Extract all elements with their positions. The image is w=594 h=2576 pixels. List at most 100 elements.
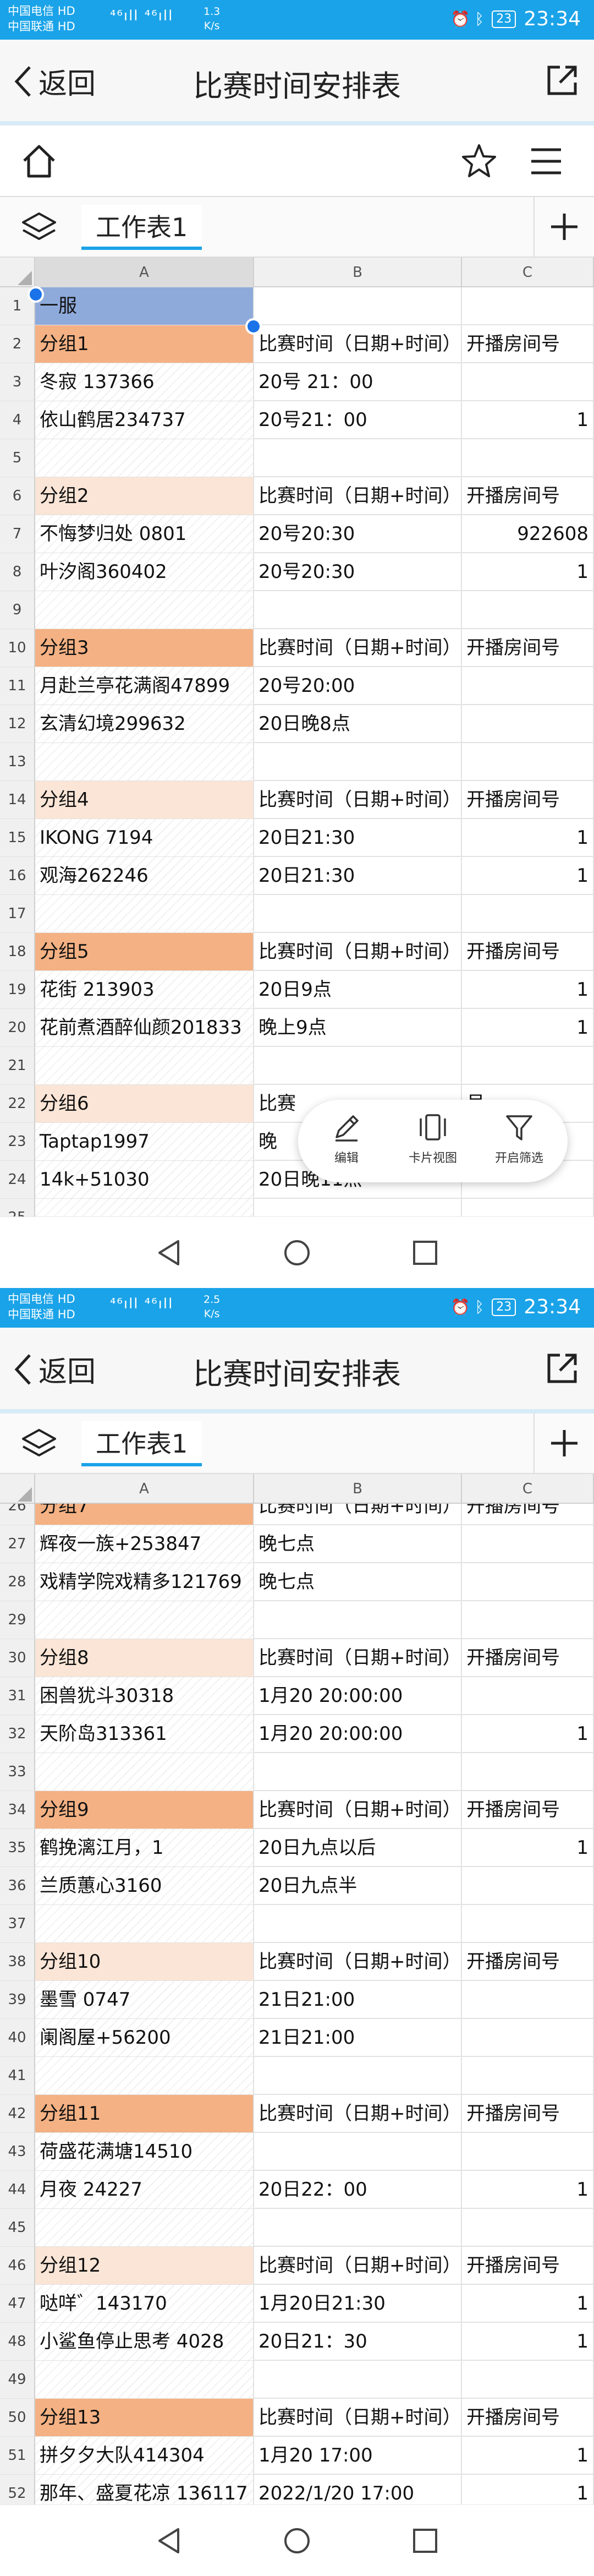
cell-b[interactable] [254, 2361, 462, 2398]
cell-b[interactable]: 比赛时间（日期+时间） [254, 2247, 462, 2284]
row-number[interactable]: 3 [0, 363, 35, 401]
row-number[interactable]: 6 [0, 477, 35, 515]
cell-a[interactable]: 分组12 [35, 2247, 254, 2284]
cell-b[interactable]: 比赛时间（日期+时间） [254, 1943, 462, 1980]
cell-c[interactable]: 开播房间号 [462, 629, 594, 667]
cell-b[interactable]: 20号20:00 [254, 667, 462, 705]
cell-c[interactable]: 开播房间号 [462, 2247, 594, 2284]
cell-a[interactable] [35, 1753, 254, 1791]
cell-c[interactable]: 开播房间号 [462, 933, 594, 970]
spreadsheet-grid[interactable]: A B C 1 一服 2 分组1 比赛时间（日期+时间） 开播房间号 3 冬寂 137366 2… [0, 258, 594, 1216]
cell-c[interactable] [462, 2361, 594, 2398]
cell-b[interactable]: 比赛时间（日期+时间） [254, 2399, 462, 2436]
cell-a[interactable]: 墨雪 0747 [35, 1981, 254, 2018]
cell-b[interactable]: 比赛时间（日期+时间） [254, 1639, 462, 1677]
cell-b[interactable]: 20日21:30 [254, 819, 462, 856]
cell-a[interactable] [35, 2361, 254, 2398]
row-number[interactable]: 10 [0, 629, 35, 667]
row-number[interactable]: 17 [0, 895, 35, 932]
cell-b[interactable] [254, 1199, 462, 1216]
cell-b[interactable] [254, 2209, 462, 2246]
cell-a[interactable]: 辉夜一族+253847 [35, 1525, 254, 1563]
cell-c[interactable] [462, 1047, 594, 1084]
row-number[interactable]: 25 [0, 1199, 35, 1216]
cell-a[interactable]: 小鲨鱼停止思考 4028 [35, 2323, 254, 2360]
cell-c[interactable]: 开播房间号 [462, 2095, 594, 2132]
cell-c[interactable]: 1 [462, 2437, 594, 2474]
cell-c[interactable] [462, 1677, 594, 1715]
cell-b[interactable]: 比赛时间（日期+时间） [254, 781, 462, 818]
row-number[interactable]: 18 [0, 933, 35, 970]
cell-c[interactable] [462, 1563, 594, 1601]
row-number[interactable]: 27 [0, 1525, 35, 1563]
row-number[interactable]: 36 [0, 1867, 35, 1904]
cell-c[interactable]: 1 [462, 1829, 594, 1866]
layers-icon[interactable] [20, 210, 58, 245]
cell-b[interactable]: 20号20:30 [254, 553, 462, 591]
cell-c[interactable] [462, 895, 594, 932]
cell-b[interactable]: 比赛时间（日期+时间） [254, 325, 462, 363]
cell-a[interactable]: 分组9 [35, 1791, 254, 1829]
row-number[interactable]: 45 [0, 2209, 35, 2246]
cell-c[interactable]: 开播房间号 [462, 1791, 594, 1829]
row-number[interactable]: 2 [0, 325, 35, 363]
cell-a[interactable] [35, 2209, 254, 2246]
recents-square-icon[interactable] [410, 2526, 440, 2556]
cell-b[interactable]: 20号21：00 [254, 401, 462, 439]
cell-b[interactable] [254, 1047, 462, 1084]
cell-a[interactable]: 分组1 [35, 325, 254, 363]
cell-a[interactable] [35, 439, 254, 477]
home-icon[interactable] [20, 142, 58, 181]
cell-b[interactable] [254, 895, 462, 932]
cell-c[interactable] [462, 667, 594, 705]
back-triangle-icon[interactable] [154, 1238, 184, 1268]
row-number[interactable]: 48 [0, 2323, 35, 2360]
cell-a[interactable]: Taptap1997 [35, 1123, 254, 1160]
share-icon[interactable] [544, 63, 580, 98]
cell-a[interactable]: 依山鹤居234737 [35, 401, 254, 439]
row-number[interactable]: 28 [0, 1563, 35, 1601]
add-sheet-button[interactable] [534, 1413, 594, 1473]
cell-c[interactable] [462, 705, 594, 743]
column-header-a[interactable]: A [35, 1474, 254, 1504]
cell-a[interactable]: 花前煮酒醉仙颜201833 [35, 1009, 254, 1046]
row-number[interactable]: 21 [0, 1047, 35, 1084]
cell-c[interactable]: 1 [462, 1715, 594, 1753]
row-number[interactable]: 35 [0, 1829, 35, 1866]
cell-a[interactable]: 分组6 [35, 1085, 254, 1122]
cell-b[interactable]: 20日九点以后 [254, 1829, 462, 1866]
select-all-corner[interactable] [0, 258, 35, 287]
cell-a[interactable] [35, 1047, 254, 1084]
row-number[interactable]: 5 [0, 439, 35, 477]
cell-c[interactable] [462, 1601, 594, 1639]
cell-c[interactable]: 1 [462, 819, 594, 856]
cell-a[interactable]: 玄清幻境299632 [35, 705, 254, 743]
cell-b[interactable]: 20号20:30 [254, 515, 462, 553]
cell-a[interactable]: 阑阁屋+56200 [35, 2019, 254, 2056]
cell-c[interactable] [462, 1753, 594, 1791]
cell-a[interactable]: 分组3 [35, 629, 254, 667]
cell-c[interactable] [462, 1981, 594, 2018]
row-number[interactable]: 14 [0, 781, 35, 818]
cell-a[interactable]: 荷盛花满塘14510 [35, 2133, 254, 2170]
cell-a[interactable]: 天阶岛313361 [35, 1715, 254, 1753]
tab-sheet1[interactable]: 工作表1 [81, 205, 202, 250]
cell-b[interactable]: 20号 21：00 [254, 363, 462, 401]
row-number[interactable]: 22 [0, 1085, 35, 1122]
row-number[interactable]: 42 [0, 2095, 35, 2132]
cell-b[interactable]: 晚七点 [254, 1563, 462, 1601]
add-sheet-button[interactable] [534, 197, 594, 256]
cell-a[interactable]: 分组10 [35, 1943, 254, 1980]
cell-a[interactable]: 分组8 [35, 1639, 254, 1677]
column-header-c[interactable]: C [462, 1474, 594, 1504]
cell-b[interactable]: 20日晚8点 [254, 705, 462, 743]
row-number[interactable]: 20 [0, 1009, 35, 1046]
cell-a[interactable]: 兰质蕙心3160 [35, 1867, 254, 1904]
cell-a[interactable]: 花街 213903 [35, 971, 254, 1008]
column-header-b[interactable]: B [254, 1474, 462, 1504]
row-number[interactable]: 33 [0, 1753, 35, 1791]
selection-handle-start[interactable] [28, 286, 44, 303]
row-number[interactable]: 4 [0, 401, 35, 439]
cell-b[interactable]: 20日9点 [254, 971, 462, 1008]
cell-b[interactable]: 比赛时间（日期+时间） [254, 1791, 462, 1829]
